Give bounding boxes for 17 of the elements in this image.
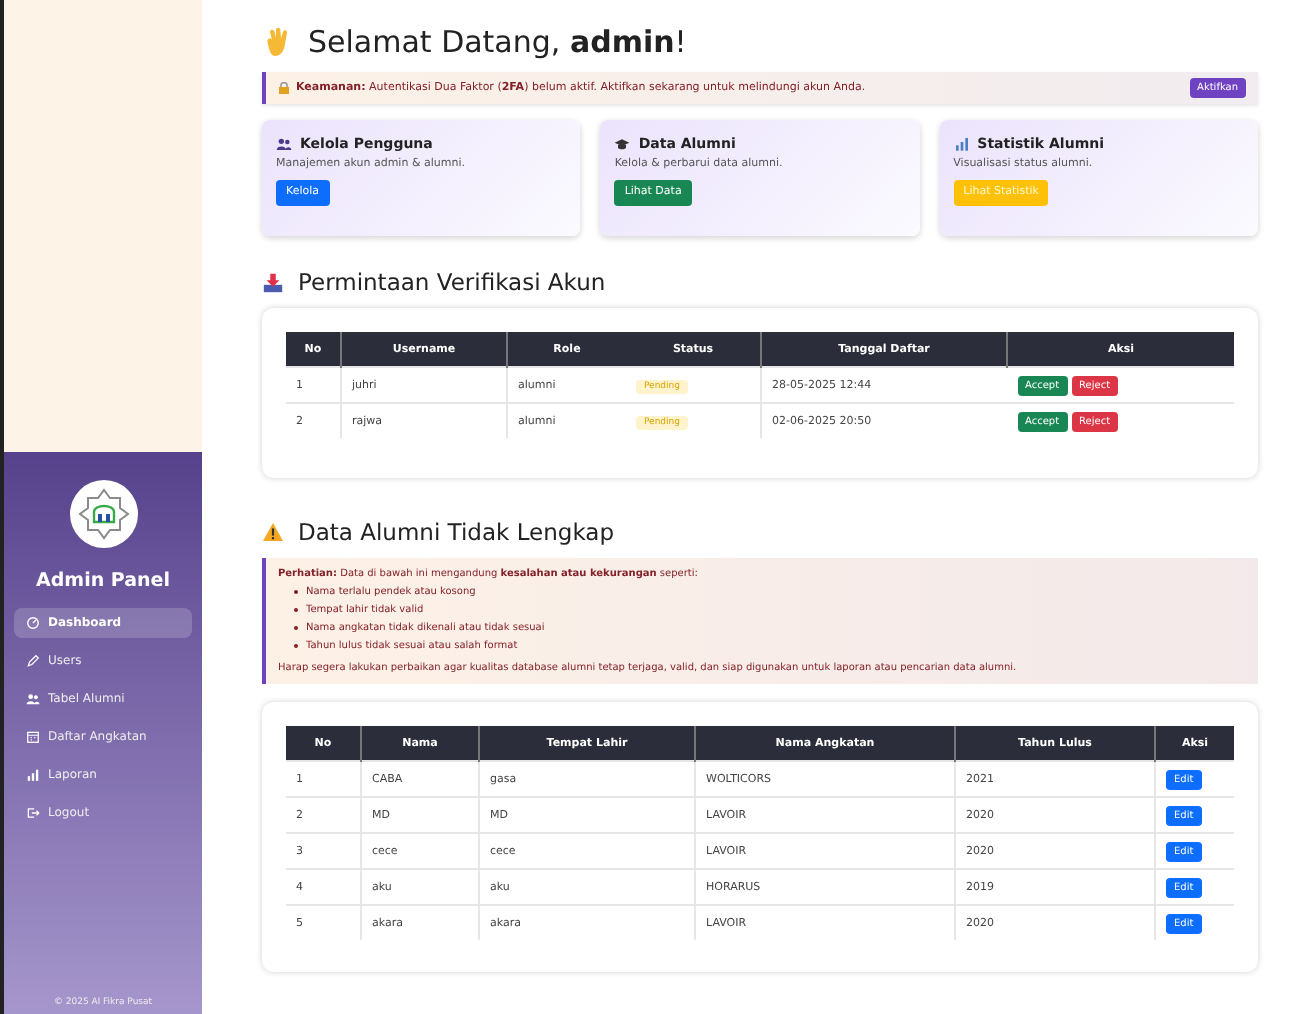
sidebar-title: Admin Panel <box>36 570 170 592</box>
nav-chart-icon <box>26 768 40 782</box>
inbox-download-icon <box>262 271 284 293</box>
nav-calendar-icon <box>26 730 40 744</box>
logo-icon <box>69 480 137 548</box>
nav-logout-icon <box>26 806 40 820</box>
warning-icon <box>262 522 284 542</box>
nav-pencil-icon <box>26 654 40 668</box>
welcome-heading: Selamat Datang, admin! <box>308 24 687 60</box>
section-heading: Permintaan Verifikasi Akun <box>298 268 606 296</box>
nav-gauge-icon <box>26 616 40 630</box>
chart-icon <box>953 136 970 152</box>
lock-icon <box>278 82 290 94</box>
cap-icon <box>614 136 631 152</box>
section-heading: Data Alumni Tidak Lengkap <box>298 518 615 546</box>
people-icon <box>276 136 292 152</box>
nav-people-icon <box>26 692 40 706</box>
